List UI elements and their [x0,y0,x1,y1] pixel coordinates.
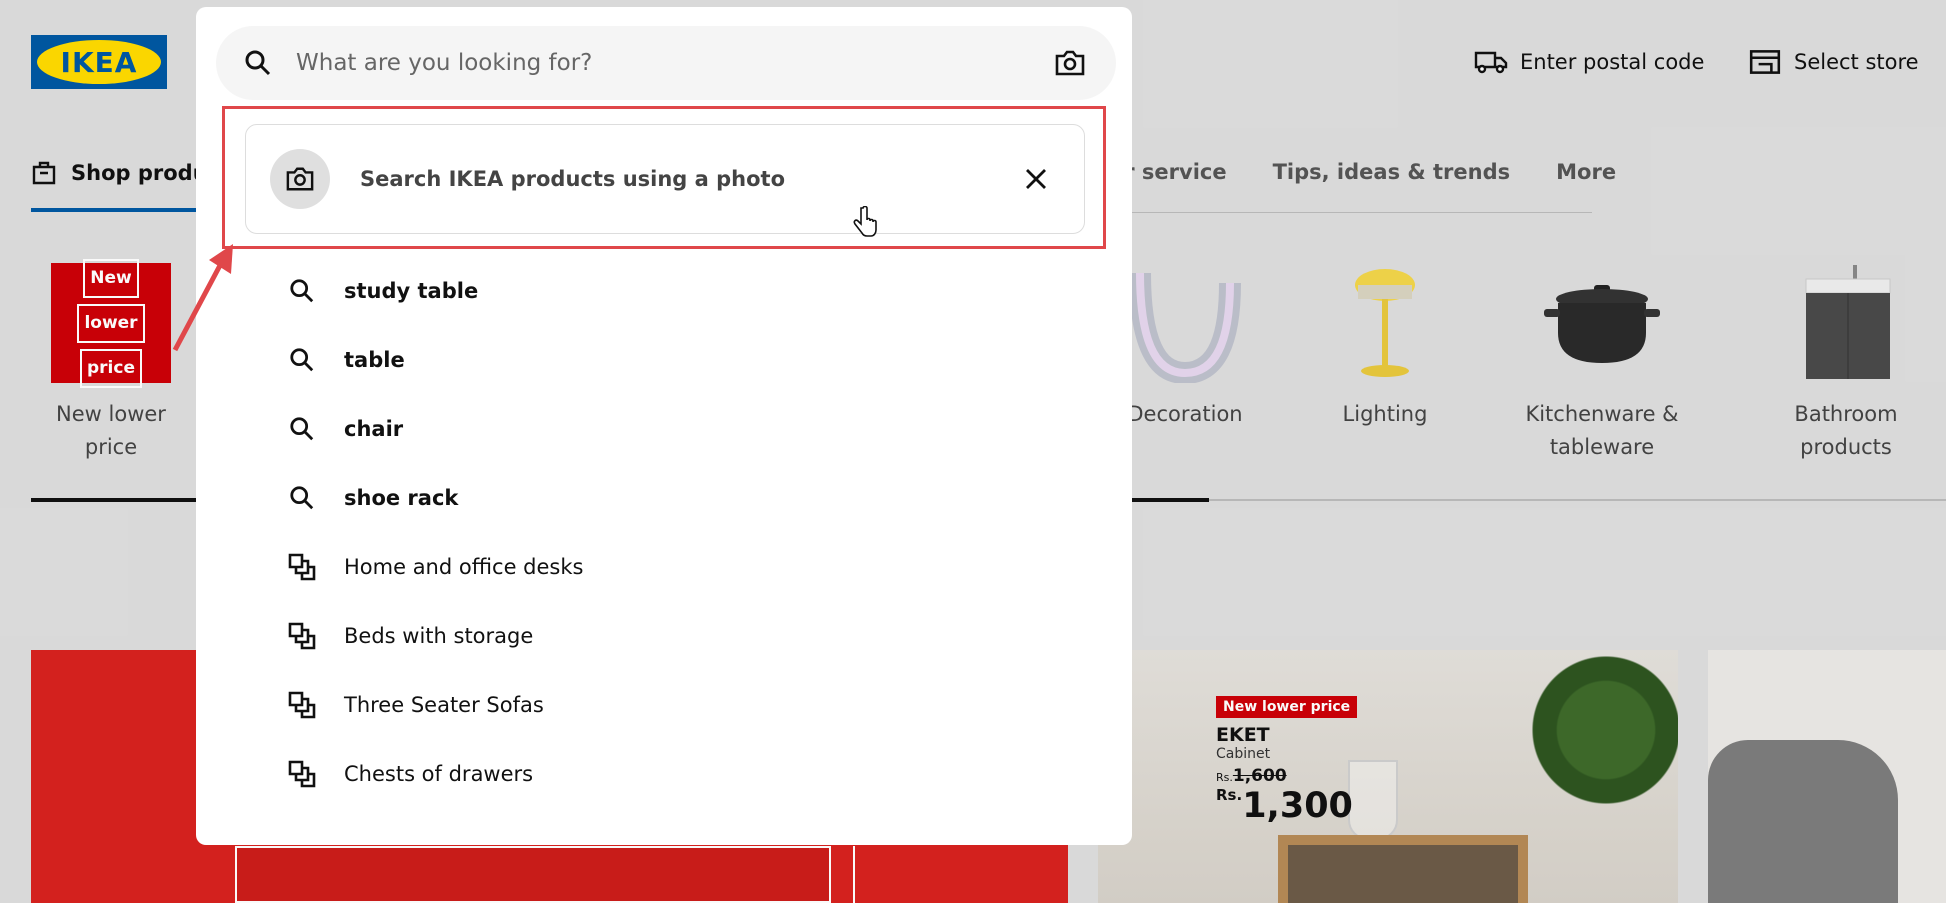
hand-cursor-icon [853,206,877,237]
search-icon [290,417,314,441]
category-stack-icon [288,691,316,719]
search-icon [290,348,314,372]
suggestion-query[interactable]: study table [288,277,478,305]
annotation-arrow-icon [172,244,233,352]
search-bar[interactable]: What are you looking for? [216,26,1116,100]
suggestion-text: Chests of drawers [344,762,534,786]
camera-icon[interactable] [1054,48,1086,78]
suggestion-query[interactable]: chair [288,415,403,443]
suggestion-text: chair [344,417,404,441]
suggestion-text: table [344,348,405,372]
category-stack-icon [288,553,316,581]
suggestion-category[interactable]: Home and office desks [288,553,583,581]
search-icon [245,50,271,76]
search-input[interactable]: What are you looking for? [296,50,1054,76]
search-icon [290,486,314,510]
annotation-highlight-box [222,106,1106,249]
ikea-home-page: IKEA Enter postal code Select store Shop… [0,0,1946,903]
category-stack-icon [288,622,316,650]
category-stack-icon [288,760,316,788]
search-icon [290,279,314,303]
suggestion-text: study table [344,279,479,303]
suggestion-text: Home and office desks [344,555,584,579]
suggestion-category[interactable]: Beds with storage [288,622,533,650]
suggestion-text: Three Seater Sofas [344,693,544,717]
suggestion-text: Beds with storage [344,624,534,648]
suggestion-category[interactable]: Chests of drawers [288,760,533,788]
suggestion-query[interactable]: shoe rack [288,484,458,512]
suggestion-query[interactable]: table [288,346,405,374]
suggestion-category[interactable]: Three Seater Sofas [288,691,544,719]
suggestion-text: shoe rack [344,486,459,510]
